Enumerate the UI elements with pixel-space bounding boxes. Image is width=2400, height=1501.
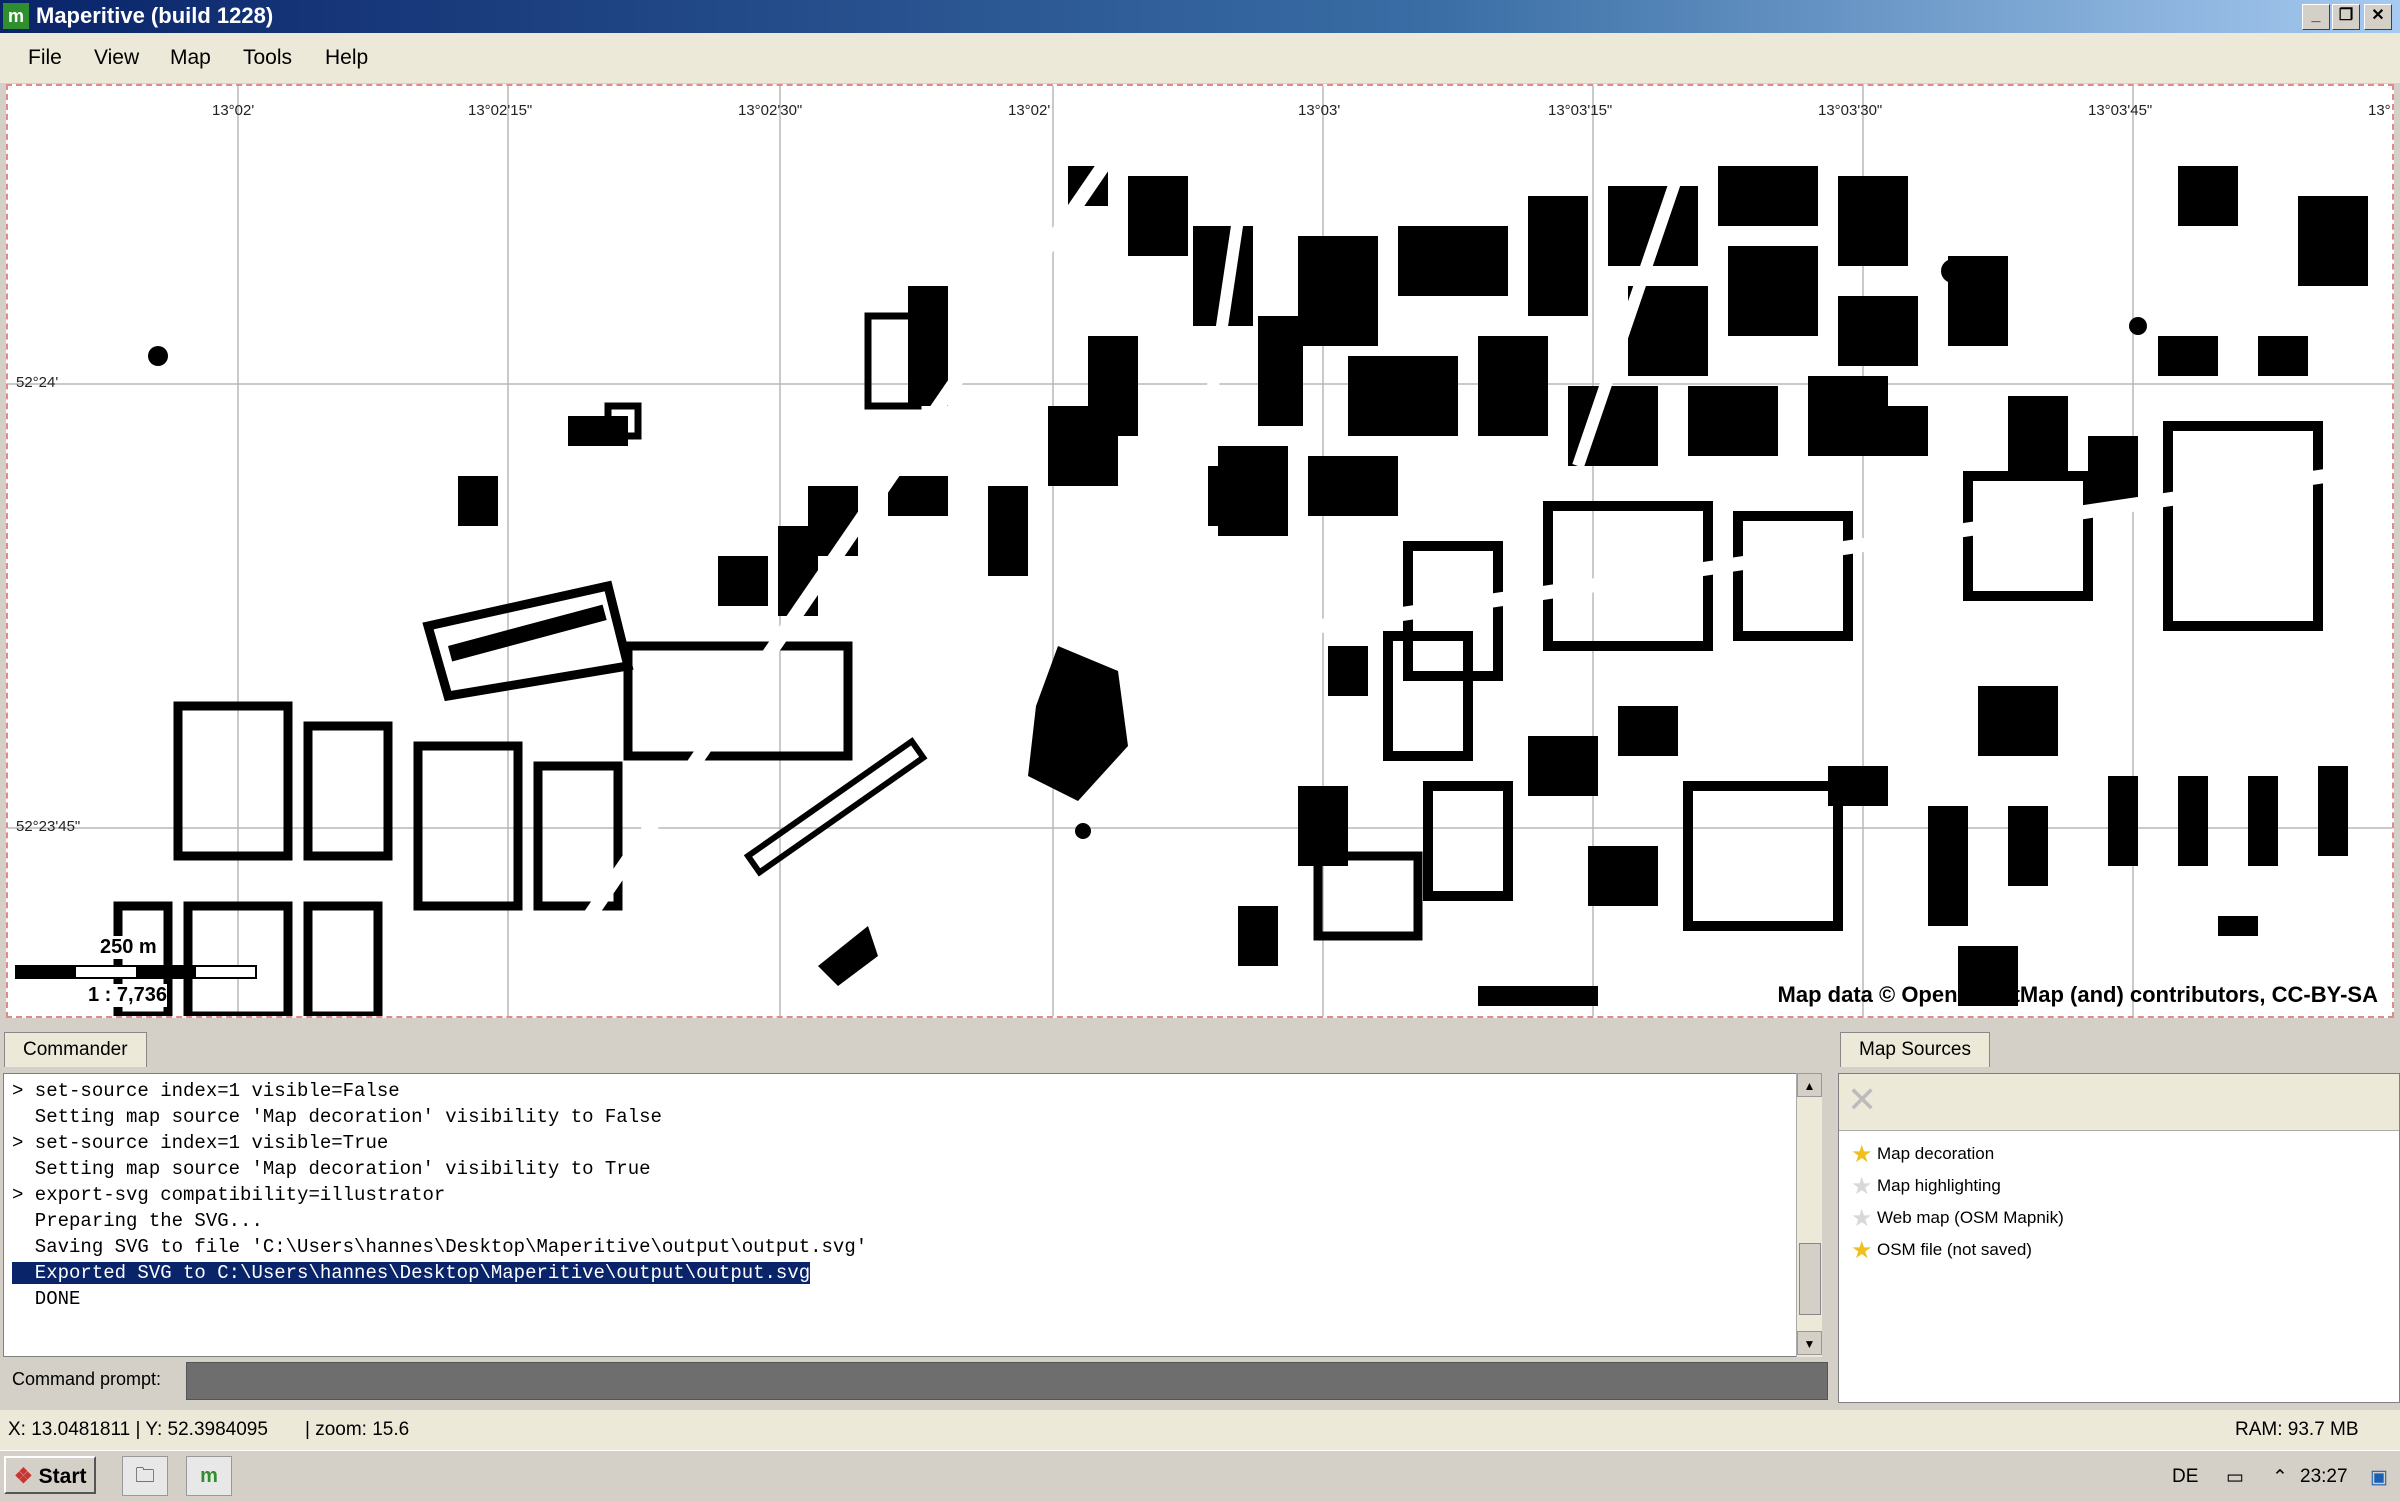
map-sources-toolbar: ✕ (1839, 1074, 2399, 1131)
title-bar: m Maperitive (build 1228) _ ❐ ✕ (0, 0, 2400, 33)
grid-label-top: 13°02'30" (738, 102, 803, 119)
console-line: Saving SVG to file 'C:\Users\hannes\Desk… (12, 1236, 868, 1258)
restore-button[interactable]: ❐ (2332, 4, 2360, 30)
menu-view[interactable]: View (94, 46, 139, 70)
source-item[interactable]: ★ Web map (OSM Mapnik) (1851, 1204, 2064, 1233)
cursor-coordinates: X: 13.0481811 | Y: 52.3984095 (8, 1419, 268, 1440)
scroll-down-icon[interactable]: ▼ (1797, 1331, 1822, 1355)
command-prompt-label: Command prompt: (12, 1369, 162, 1389)
close-button[interactable]: ✕ (2364, 4, 2392, 30)
star-icon: ★ (1851, 1141, 1873, 1168)
remove-source-icon[interactable]: ✕ (1847, 1082, 1877, 1118)
star-icon: ★ (1851, 1237, 1873, 1264)
explorer-icon[interactable]: 🗀 (122, 1456, 168, 1496)
console-line: Preparing the SVG... (12, 1210, 263, 1232)
window-title: Maperitive (build 1228) (36, 3, 274, 28)
map-sources-panel: ✕ ★ Map decoration ★ Map highlighting ★ Web… (1838, 1073, 2400, 1403)
tab-map-sources[interactable]: Map Sources (1840, 1032, 1990, 1067)
map-canvas[interactable]: 13°02' 13°02'15" 13°02'30" 13°02' 13°03'… (6, 84, 2394, 1018)
grid-label-top: 13° (2368, 102, 2391, 119)
menu-file[interactable]: File (28, 46, 62, 70)
windows-logo-icon: ❖ (14, 1465, 33, 1488)
grid-label-top: 13°03'45" (2088, 102, 2153, 119)
map-rendering (8, 86, 2392, 1016)
zoom-level: | zoom: 15.6 (305, 1419, 410, 1440)
tray-expand-icon[interactable]: ⌃ (2272, 1466, 2288, 1489)
star-icon: ★ (1851, 1205, 1873, 1232)
grid-label-left: 52°23'45" (16, 818, 81, 835)
show-desktop-icon[interactable]: ▣ (2370, 1466, 2388, 1489)
command-prompt-bar: Command prompt: (0, 1360, 1828, 1400)
console-line: DONE (12, 1288, 81, 1310)
menu-tools[interactable]: Tools (243, 46, 292, 70)
commander-scrollbar[interactable]: ▲ ▼ (1796, 1073, 1822, 1357)
grid-label-top: 13°02' (1008, 102, 1051, 119)
console-line: > set-source index=1 visible=True (12, 1132, 389, 1154)
source-item[interactable]: ★ Map decoration (1851, 1140, 1994, 1169)
scale-distance: 250 m (100, 936, 157, 959)
status-bar: X: 13.0481811 | Y: 52.3984095 | zoom: 15… (0, 1410, 2400, 1450)
grid-label-top: 13°03'15" (1548, 102, 1613, 119)
taskbar: ❖ Start 🗀 m DE ▭ ⌃ 23:27 ▣ (0, 1450, 2400, 1501)
minimize-button[interactable]: _ (2302, 4, 2330, 30)
grid-label-left: 52°24' (16, 374, 59, 391)
system-tray: DE ▭ ⌃ 23:27 ▣ (2160, 1454, 2400, 1498)
start-button[interactable]: ❖ Start (4, 1456, 96, 1494)
console-line: Setting map source 'Map decoration' visi… (12, 1106, 662, 1128)
console-line: > export-svg compatibility=illustrator (12, 1184, 446, 1206)
selected-text[interactable]: Exported SVG to C:\Users\hannes\Desktop\… (12, 1262, 811, 1284)
app-icon: m (3, 3, 29, 29)
map-attribution: Map data © OpenStreetMap (and) contribut… (1777, 982, 2378, 1007)
grid-label-top: 13°03'30" (1818, 102, 1883, 119)
star-icon: ★ (1851, 1173, 1873, 1200)
grid-label-top: 13°03' (1298, 102, 1341, 119)
console-line: Setting map source 'Map decoration' visi… (12, 1158, 651, 1180)
maperitive-task-icon[interactable]: m (186, 1456, 232, 1496)
language-indicator[interactable]: DE (2172, 1466, 2198, 1488)
grid-label-top: 13°02'15" (468, 102, 533, 119)
menu-map[interactable]: Map (170, 46, 211, 70)
clock[interactable]: 23:27 (2300, 1466, 2348, 1488)
source-item[interactable]: ★ Map highlighting (1851, 1172, 2001, 1201)
source-item[interactable]: ★ OSM file (not saved) (1851, 1236, 2032, 1265)
menu-bar: File View Map Tools Help (0, 33, 2400, 83)
ram-usage: RAM: 93.7 MB (2235, 1419, 2359, 1440)
menu-help[interactable]: Help (325, 46, 368, 70)
network-icon[interactable]: ▭ (2226, 1466, 2244, 1489)
commander-output[interactable]: > set-source index=1 visible=False Setti… (3, 1073, 1804, 1357)
scroll-thumb[interactable] (1799, 1243, 1821, 1315)
scale-ratio: 1 : 7,736 (88, 984, 167, 1007)
grid-label-top: 13°02' (212, 102, 255, 119)
console-line: > set-source index=1 visible=False (12, 1080, 400, 1102)
scroll-up-icon[interactable]: ▲ (1797, 1073, 1822, 1097)
console-line-selected: Exported SVG to C:\Users\hannes\Desktop\… (12, 1262, 811, 1284)
tab-commander[interactable]: Commander (4, 1032, 147, 1067)
command-input[interactable] (186, 1362, 1828, 1400)
